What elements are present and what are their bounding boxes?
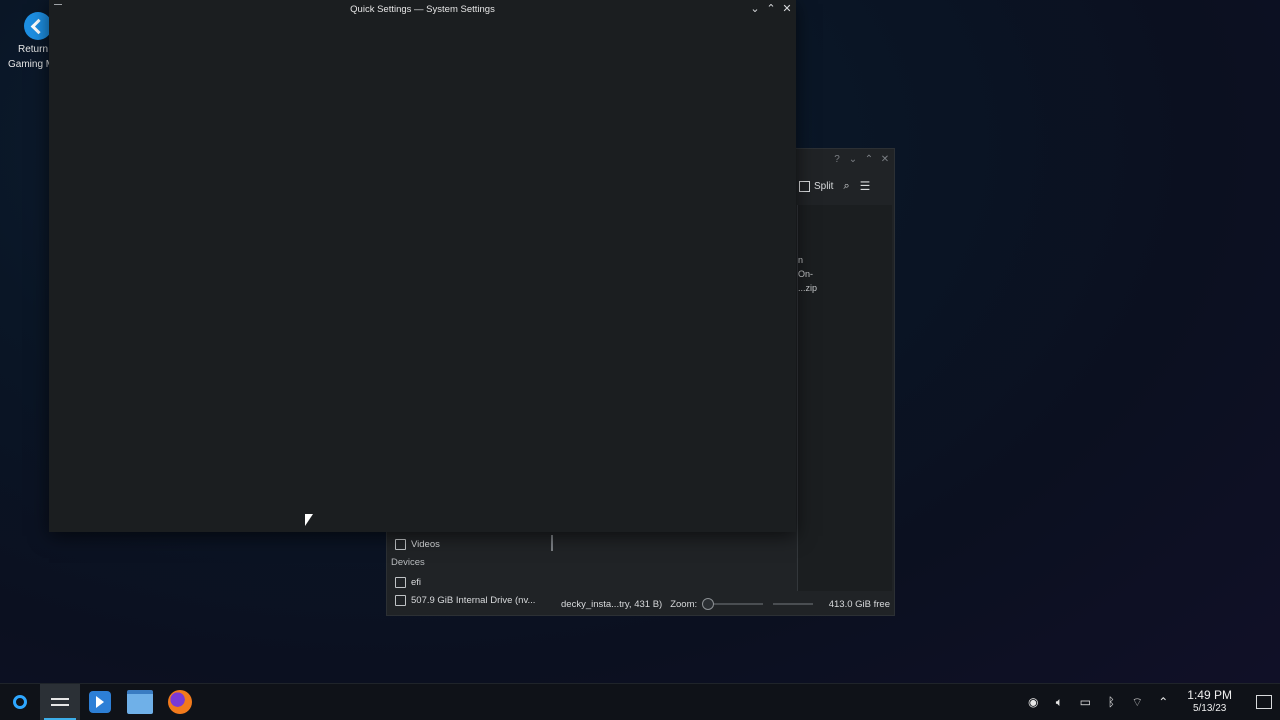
split-button[interactable]: Split (799, 180, 834, 192)
minimize-icon[interactable]: ⌄ (848, 154, 858, 165)
application-launcher-button[interactable] (0, 684, 40, 720)
system-tray: ◉ 🔈︎ ▭ ᛒ ⌔ ⌃ 1:49 PM 5/13/23 (1025, 689, 1280, 715)
drive-icon (395, 576, 406, 588)
quick-settings-titlebar[interactable]: Quick Settings — System Settings ⌄ ⌃ ✕ (49, 0, 796, 19)
maximize-icon[interactable]: ⌃ (766, 3, 776, 15)
clock-time: 1:49 PM (1187, 688, 1232, 702)
places-sidebar: Videos Devices efi 507.9 GiB Internal Dr… (389, 535, 549, 609)
free-space-label: 413.0 GiB free (828, 598, 890, 610)
digital-clock[interactable]: 1:49 PM 5/13/23 (1187, 689, 1232, 715)
clock-date: 5/13/23 (1192, 703, 1227, 714)
file-manager-toolbar: Split ⌕ ☰ (799, 177, 888, 195)
file-name-fragment[interactable]: On- (798, 269, 813, 279)
status-bar: decky_insta...try, 431 B) Zoom: 413.0 Gi… (561, 596, 892, 612)
file-manager-titlebar: ? ⌄ ⌃ ✕ (797, 149, 894, 169)
sidebar-item-label: efi (411, 576, 422, 588)
sidebar-item-internal-drive[interactable]: 507.9 GiB Internal Drive (nv... (389, 591, 549, 609)
battery-icon[interactable]: ▭ (1077, 694, 1093, 710)
devices-section-header: Devices (391, 557, 425, 568)
maximize-icon[interactable]: ⌃ (864, 154, 874, 165)
taskbar-item-discover[interactable] (80, 684, 120, 720)
desktop-icon-label-line2: Gaming Mode (8, 59, 50, 70)
selection-info: decky_insta...try, 431 B) (561, 598, 663, 610)
sidebar-item-videos[interactable]: Videos (389, 535, 549, 553)
free-space-bar (773, 603, 814, 605)
taskbar: ◉ 🔈︎ ▭ ᛒ ⌔ ⌃ 1:49 PM 5/13/23 (0, 683, 1280, 720)
close-icon[interactable]: ✕ (880, 154, 890, 165)
steam-deck-icon (13, 695, 27, 709)
taskbar-item-dolphin[interactable] (120, 684, 160, 720)
sidebar-scrollbar[interactable] (551, 535, 553, 551)
search-icon[interactable]: ⌕ (843, 180, 849, 193)
file-manager-icon (127, 690, 153, 714)
file-name-fragment[interactable]: ...zip (798, 283, 817, 293)
file-name-fragment[interactable]: n (798, 255, 803, 265)
close-icon[interactable]: ✕ (782, 3, 792, 15)
taskbar-item-firefox[interactable] (160, 684, 200, 720)
window-title: Quick Settings — System Settings (350, 4, 495, 15)
sidebar-item-efi[interactable]: efi (389, 573, 549, 591)
return-arrow-icon (24, 12, 52, 40)
firefox-icon (168, 690, 192, 714)
help-icon[interactable]: ? (832, 154, 842, 165)
desktop-icon-label-line1: Return (18, 44, 49, 55)
videos-folder-icon (395, 538, 406, 550)
settings-icon (51, 695, 69, 709)
show-desktop-button[interactable] (1256, 695, 1272, 709)
discover-store-icon (89, 691, 111, 713)
bluetooth-icon[interactable]: ᛒ (1103, 694, 1119, 710)
wifi-icon[interactable]: ⌔ (1129, 694, 1145, 710)
hamburger-menu-icon[interactable]: ☰ (860, 179, 871, 193)
sidebar-item-label: 507.9 GiB Internal Drive (nv... (411, 594, 536, 606)
split-view-icon (799, 180, 810, 192)
steam-icon[interactable]: ◉ (1025, 694, 1041, 710)
quick-settings-window[interactable]: Quick Settings — System Settings ⌄ ⌃ ✕ (49, 0, 796, 532)
split-label: Split (814, 180, 834, 192)
expand-tray-chevron-icon[interactable]: ⌃ (1155, 694, 1171, 710)
window-menu-icon[interactable] (54, 4, 62, 5)
zoom-slider-handle[interactable] (702, 598, 715, 610)
volume-icon[interactable]: 🔈︎ (1051, 694, 1067, 710)
sidebar-item-label: Videos (411, 538, 440, 550)
minimize-icon[interactable]: ⌄ (750, 3, 760, 15)
zoom-slider[interactable] (702, 598, 764, 610)
taskbar-item-system-settings[interactable] (40, 684, 80, 720)
zoom-label: Zoom: (670, 598, 698, 610)
file-view[interactable]: n On- ...zip (797, 205, 892, 591)
drive-icon (395, 594, 406, 606)
